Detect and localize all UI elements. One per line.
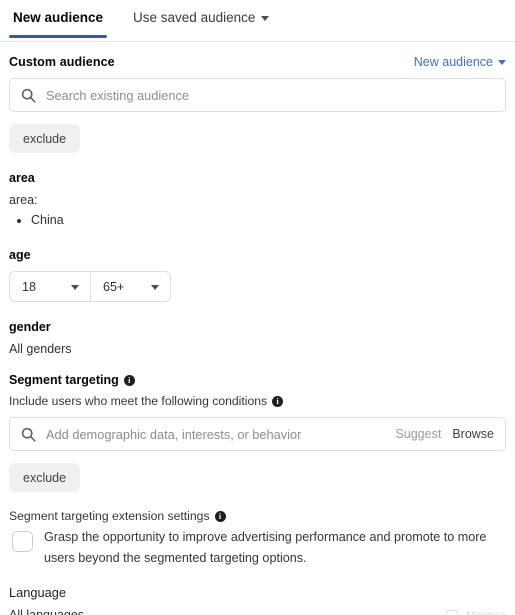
audience-tabs: New audience Use saved audience	[0, 0, 515, 42]
extension-settings-description: Grasp the opportunity to improve adverti…	[44, 530, 487, 565]
segment-targeting-condition-row: Include users who meet the following con…	[9, 394, 506, 408]
custom-audience-exclude-button[interactable]: exclude	[9, 124, 81, 153]
language-action-label: Minimize	[467, 610, 506, 615]
info-icon[interactable]: i	[272, 396, 284, 408]
extension-settings-header: Segment targeting extension settings i	[9, 509, 506, 523]
panel-body: Custom audience New audience Search exis…	[0, 55, 515, 615]
custom-audience-title: Custom audience	[9, 55, 115, 69]
segment-targeting-search[interactable]: Add demographic data, interests, or beha…	[9, 417, 506, 452]
language-value: All languages	[9, 608, 84, 615]
age-range-selects: 18 65+	[9, 271, 171, 303]
segment-targeting-search-input[interactable]: Add demographic data, interests, or beha…	[46, 427, 385, 442]
tab-use-saved-audience-label: Use saved audience	[133, 10, 256, 25]
age-max-select[interactable]: 65+	[90, 272, 170, 302]
gender-heading: gender	[9, 320, 51, 335]
custom-audience-search-input[interactable]: Search existing audience	[46, 88, 494, 103]
chevron-down-icon	[151, 284, 159, 290]
language-heading: Language	[9, 585, 66, 601]
age-max-value: 65+	[103, 279, 125, 294]
chevron-down-icon	[261, 15, 270, 21]
tab-new-audience-label: New audience	[13, 10, 104, 25]
info-icon[interactable]: i	[214, 511, 226, 523]
extension-settings-row: Grasp the opportunity to improve adverti…	[9, 527, 506, 568]
custom-audience-header: Custom audience New audience	[9, 55, 506, 69]
new-audience-link-label: New audience	[413, 55, 493, 69]
segment-targeting-actions: Suggest Browse	[395, 427, 494, 441]
tab-use-saved-audience[interactable]: Use saved audience	[129, 0, 273, 37]
chevron-down-icon	[71, 284, 79, 290]
chevron-down-icon	[498, 59, 506, 65]
segment-targeting-heading: Segment targeting	[9, 373, 119, 388]
age-min-select[interactable]: 18	[10, 272, 90, 301]
search-icon	[21, 427, 36, 442]
area-list: China	[9, 211, 506, 230]
age-heading: age	[9, 248, 31, 263]
audience-targeting-panel: New audience Use saved audience Custom a…	[0, 0, 515, 615]
language-row: All languages Minimize	[9, 608, 506, 615]
area-heading: area	[9, 171, 35, 185]
info-icon[interactable]: i	[123, 375, 135, 387]
age-min-value: 18	[22, 279, 36, 294]
segment-targeting-header: Segment targeting i	[9, 373, 506, 387]
tab-new-audience[interactable]: New audience	[9, 0, 108, 37]
search-icon	[21, 88, 36, 102]
language-action[interactable]: Minimize	[445, 610, 506, 615]
extension-settings-heading: Segment targeting extension settings	[9, 509, 210, 524]
list-item: China	[31, 211, 506, 230]
segment-targeting-exclude-button[interactable]: exclude	[9, 463, 81, 493]
custom-audience-search[interactable]: Search existing audience	[9, 78, 506, 112]
area-sub-label: area:	[9, 193, 38, 207]
gender-value: All genders	[9, 342, 72, 357]
extension-settings-checkbox[interactable]	[12, 531, 33, 553]
suggest-link[interactable]: Suggest	[395, 427, 441, 441]
new-audience-link[interactable]: New audience	[414, 55, 506, 69]
segment-targeting-condition-label: Include users who meet the following con…	[9, 394, 268, 409]
browse-link[interactable]: Browse	[452, 427, 494, 441]
collapse-icon	[445, 610, 458, 615]
